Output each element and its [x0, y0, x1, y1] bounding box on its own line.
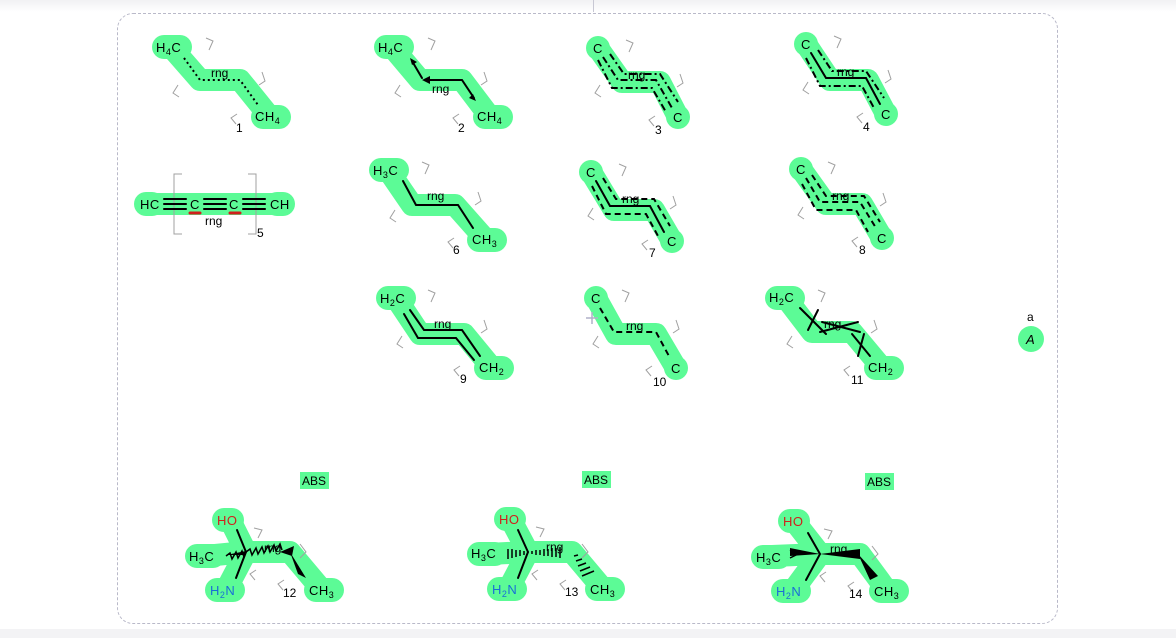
svg-text:C: C: [673, 110, 683, 125]
molecule-layer[interactable]: H4C CH4 rng 1 H4C CH4 rng 2 C C rng 3 C …: [0, 0, 1176, 638]
svg-text:HO: HO: [217, 513, 238, 528]
structure-2[interactable]: H4C CH4 rng 2: [374, 35, 513, 135]
svg-text:C: C: [881, 107, 891, 122]
svg-text:rng: rng: [832, 189, 849, 203]
svg-text:rng: rng: [264, 541, 281, 555]
svg-text:5: 5: [257, 226, 264, 240]
svg-text:rng: rng: [546, 540, 563, 554]
svg-text:C: C: [591, 291, 601, 306]
structure-11[interactable]: H2C CH2 rng 11: [765, 286, 904, 387]
svg-text:3: 3: [655, 123, 662, 137]
structure-7[interactable]: C C rng 7: [579, 160, 684, 260]
svg-text:4: 4: [863, 120, 870, 134]
svg-text:rng: rng: [824, 317, 841, 331]
svg-text:C: C: [667, 234, 677, 249]
svg-text:rng: rng: [427, 189, 444, 203]
structure-1[interactable]: H4C CH4 rng 1: [152, 35, 291, 135]
structure-14[interactable]: ABS HO H3C H2N CH3 rng 14: [751, 473, 909, 603]
rgroup-a[interactable]: a A: [1018, 310, 1044, 352]
structure-3[interactable]: C C rng 3: [586, 36, 690, 137]
svg-text:rng: rng: [434, 317, 451, 331]
abs-label: ABS: [302, 474, 326, 488]
svg-text:HC: HC: [140, 197, 160, 212]
svg-text:8: 8: [859, 243, 866, 257]
rng-label: rng: [211, 66, 228, 80]
svg-text:rng: rng: [205, 214, 222, 228]
svg-text:13: 13: [565, 585, 579, 599]
structure-number: 1: [236, 121, 243, 135]
structure-8[interactable]: C C rng 8: [789, 157, 894, 257]
svg-text:10: 10: [653, 375, 667, 389]
svg-text:C: C: [586, 165, 596, 180]
svg-text:7: 7: [649, 246, 656, 260]
svg-text:C: C: [229, 197, 239, 212]
svg-text:C: C: [671, 361, 681, 376]
svg-text:C: C: [877, 231, 887, 246]
svg-text:11: 11: [851, 373, 864, 387]
structure-4[interactable]: C C rng 4: [794, 32, 898, 134]
svg-text:rng: rng: [830, 542, 847, 556]
svg-text:rng: rng: [622, 192, 639, 206]
svg-text:rng: rng: [432, 82, 449, 96]
structure-10[interactable]: C C rng 10: [584, 286, 688, 389]
structure-9[interactable]: H2C CH2 rng 9: [376, 286, 514, 386]
structure-5[interactable]: HC C C CH rng 5: [134, 173, 295, 240]
structure-6[interactable]: H3C CH3 rng 6: [369, 158, 507, 257]
svg-text:C: C: [190, 197, 200, 212]
svg-text:CH: CH: [270, 197, 290, 212]
svg-text:rng: rng: [626, 319, 643, 333]
svg-text:C: C: [801, 37, 811, 52]
structure-12[interactable]: ABS HO H3C H2N CH3 rng 12: [185, 472, 344, 602]
svg-text:12: 12: [283, 586, 297, 600]
svg-text:2: 2: [458, 121, 465, 135]
svg-text:9: 9: [460, 372, 467, 386]
rgroup-atom: A: [1025, 332, 1035, 347]
svg-text:HO: HO: [783, 514, 804, 529]
structure-13[interactable]: ABS HO H3C H2N CH3 rng 13: [467, 471, 625, 601]
svg-text:C: C: [593, 41, 603, 56]
svg-text:6: 6: [453, 243, 460, 257]
svg-text:rng: rng: [837, 65, 854, 79]
svg-text:ABS: ABS: [584, 473, 608, 487]
svg-text:C: C: [796, 162, 806, 177]
svg-text:14: 14: [849, 587, 863, 601]
rgroup-label: a: [1027, 310, 1034, 324]
svg-text:rng: rng: [628, 68, 645, 82]
svg-text:HO: HO: [499, 512, 520, 527]
svg-text:ABS: ABS: [867, 475, 891, 489]
